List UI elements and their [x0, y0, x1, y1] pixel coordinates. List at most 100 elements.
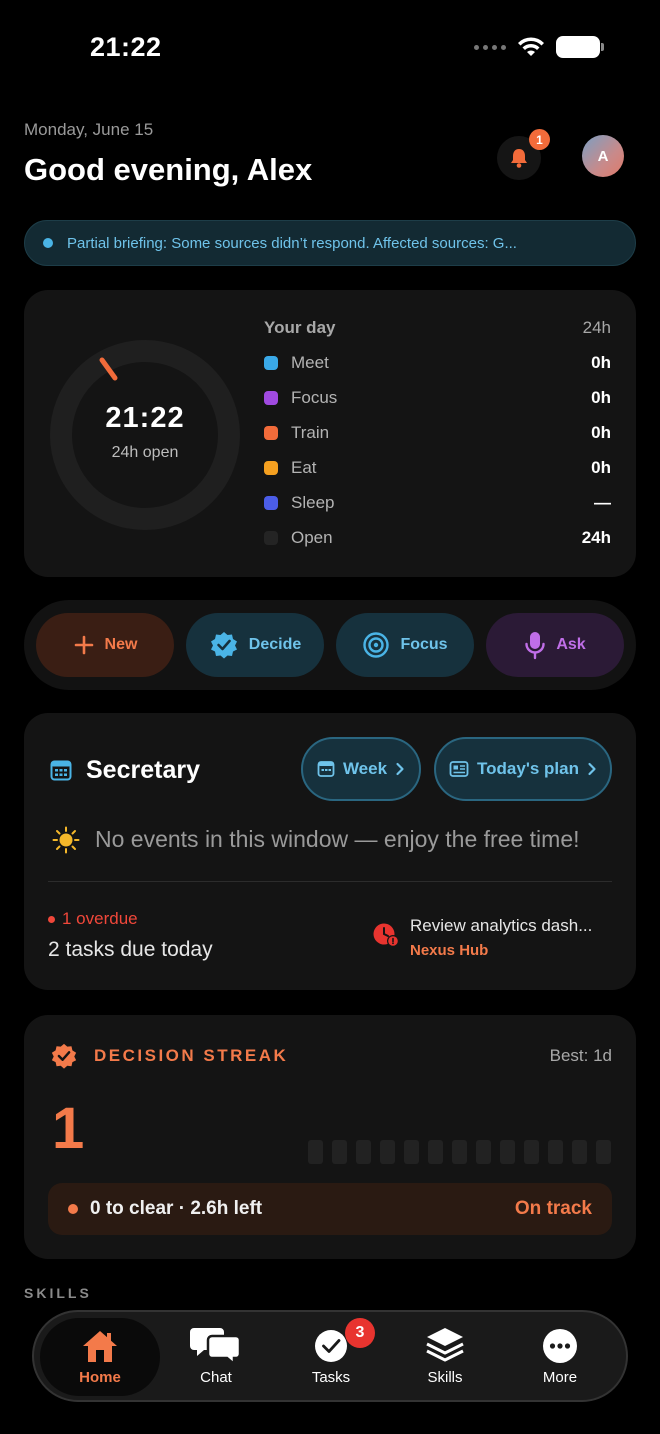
chevron-right-icon: [396, 762, 404, 776]
target-icon: [363, 632, 390, 658]
streak-day-bar: [332, 1140, 347, 1164]
tab-more-label: More: [542, 1369, 578, 1386]
week-button[interactable]: Week: [301, 737, 421, 801]
day-row-label: Train: [291, 423, 330, 442]
divider: [48, 881, 612, 882]
streak-day-bar: [476, 1140, 491, 1164]
microphone-icon: [525, 632, 546, 660]
day-summary-total: 24h: [582, 318, 611, 337]
secretary-card: Secretary Week Today's plan No events in…: [24, 713, 636, 990]
todays-plan-button[interactable]: Today's plan: [434, 737, 612, 801]
day-row-train: Train 0h: [264, 423, 611, 443]
day-row-open: Open 24h: [264, 528, 611, 548]
chat-bubbles-icon: [190, 1328, 242, 1364]
skills-section-label: SKILLS: [24, 1285, 92, 1301]
tasks-badge: 3: [345, 1318, 375, 1348]
checkmark-circle-icon: [315, 1330, 347, 1362]
day-row-value: 24h: [581, 528, 611, 547]
decide-button[interactable]: Decide: [186, 613, 324, 677]
verified-badge-icon: [210, 632, 237, 659]
header-date: Monday, June 15: [24, 120, 154, 139]
quick-actions: New Decide Focus Ask: [24, 600, 636, 690]
day-summary-title: Your day: [264, 318, 336, 337]
meet-swatch: [264, 356, 278, 370]
streak-day-bar: [596, 1140, 611, 1164]
tab-bar: Home Chat Tasks 3 Skills More: [32, 1310, 628, 1402]
streak-day-bar: [548, 1140, 563, 1164]
ask-button[interactable]: Ask: [486, 613, 624, 677]
no-events-message: No events in this window — enjoy the fre…: [95, 826, 580, 852]
focus-button-label: Focus: [400, 636, 448, 653]
week-button-label: Week: [342, 759, 388, 778]
your-day-card: 21:22 24h open Your day 24h Meet 0h Focu…: [24, 290, 636, 577]
new-button-label: New: [104, 636, 138, 653]
chevron-right-icon: [588, 762, 596, 776]
banner-text: Partial briefing: Some sources didn’t re…: [67, 234, 517, 252]
day-row-value: 0h: [591, 353, 611, 372]
tasks-due-today[interactable]: 2 tasks due today: [48, 938, 213, 962]
calendar-icon: [317, 761, 335, 777]
new-button[interactable]: New: [36, 613, 174, 677]
tab-tasks[interactable]: Tasks 3: [271, 1318, 391, 1396]
more-dots-icon: [543, 1329, 577, 1363]
train-swatch: [264, 426, 278, 440]
todays-plan-label: Today's plan: [477, 759, 579, 778]
notification-badge: 1: [529, 129, 550, 150]
avatar[interactable]: A: [582, 135, 624, 177]
overdue-label: 1 overdue: [62, 909, 138, 928]
day-row-value: 0h: [591, 423, 611, 442]
tab-chat[interactable]: Chat: [156, 1318, 276, 1396]
day-row-label: Eat: [291, 458, 317, 477]
secretary-title: Secretary: [86, 756, 200, 784]
streak-day-bar: [524, 1140, 539, 1164]
streak-best: Best: 1d: [549, 1046, 612, 1065]
ring-subtitle: 24h open: [111, 444, 179, 461]
day-row-value: 0h: [591, 458, 611, 477]
eat-swatch: [264, 461, 278, 475]
streak-day-bar: [500, 1140, 515, 1164]
page-title: Good evening, Alex: [24, 152, 313, 187]
sun-icon: [52, 826, 80, 854]
ask-button-label: Ask: [556, 636, 586, 653]
decision-streak-card: DECISION STREAK Best: 1d 1 0 to clear · …: [24, 1015, 636, 1259]
partial-briefing-banner[interactable]: Partial briefing: Some sources didn’t re…: [24, 220, 636, 266]
tab-home-label: Home: [79, 1369, 121, 1386]
streak-day-bar: [356, 1140, 371, 1164]
battery-icon: [556, 36, 604, 58]
day-row-value: 0h: [591, 388, 611, 407]
day-row-eat: Eat 0h: [264, 458, 611, 478]
overdue-indicator[interactable]: 1 overdue: [48, 909, 138, 929]
plus-icon: [74, 635, 93, 655]
streak-summary: 0 to clear · 2.6h left: [90, 1198, 263, 1219]
cellular-signal-icon: [474, 44, 506, 50]
task-source: Nexus Hub: [410, 942, 489, 959]
day-row-label: Meet: [291, 353, 329, 372]
layers-icon: [426, 1328, 464, 1362]
streak-day-bar: [308, 1140, 323, 1164]
status-bar: 21:22: [0, 0, 660, 96]
day-row-label: Sleep: [291, 493, 335, 512]
tab-chat-label: Chat: [200, 1369, 232, 1386]
status-time: 21:22: [90, 32, 162, 62]
day-row-label: Focus: [291, 388, 338, 407]
tab-skills[interactable]: Skills: [385, 1318, 505, 1396]
streak-count: 1: [52, 1096, 85, 1161]
tab-skills-label: Skills: [427, 1369, 463, 1386]
status-dot-icon: [68, 1204, 78, 1214]
newspaper-icon: [449, 761, 469, 777]
task-title[interactable]: Review analytics dash...: [410, 916, 592, 936]
streak-day-bar: [404, 1140, 419, 1164]
day-row-sleep: Sleep —: [264, 493, 611, 513]
focus-button[interactable]: Focus: [336, 613, 474, 677]
ring-time: 21:22: [105, 402, 185, 434]
focus-swatch: [264, 391, 278, 405]
status-indicators: [474, 36, 604, 58]
tab-tasks-label: Tasks: [311, 1369, 351, 1386]
streak-status: On track: [514, 1198, 592, 1219]
overdue-clock-icon: [373, 923, 399, 947]
tab-more[interactable]: More: [500, 1318, 620, 1396]
calendar-icon: [50, 760, 72, 781]
streak-day-bar: [428, 1140, 443, 1164]
streak-day-bar: [380, 1140, 395, 1164]
tab-home[interactable]: Home: [40, 1318, 160, 1396]
